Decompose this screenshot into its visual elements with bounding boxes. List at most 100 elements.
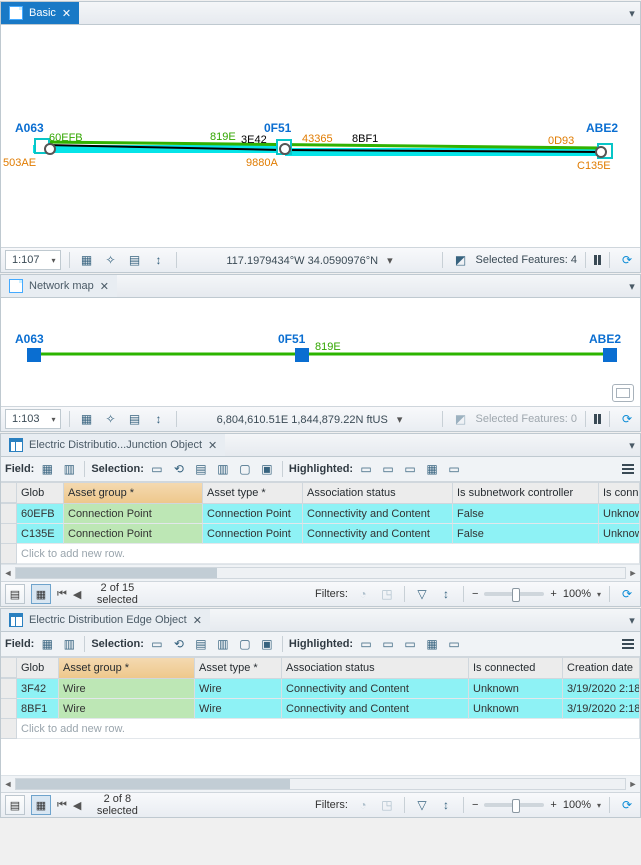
- zoom-in[interactable]: +: [550, 588, 556, 600]
- sel-icon-5[interactable]: ▢: [236, 635, 254, 653]
- row-header-corner[interactable]: [1, 658, 17, 678]
- scroll-right-icon[interactable]: ►: [626, 568, 640, 578]
- sel-icon-1[interactable]: ▭: [148, 635, 166, 653]
- first-icon[interactable]: ⏮: [57, 588, 67, 601]
- col-subnet[interactable]: Is subnetwork controller: [453, 483, 599, 503]
- field-add-icon[interactable]: ▦: [38, 635, 56, 653]
- menu-icon[interactable]: [620, 461, 636, 477]
- table-row[interactable]: 8BF1 Wire Wire Connectivity and Content …: [1, 699, 640, 719]
- refresh-icon[interactable]: ⟳: [618, 585, 636, 603]
- prev-icon[interactable]: ◀: [73, 588, 81, 601]
- node-a063[interactable]: [27, 348, 41, 362]
- refresh-icon[interactable]: ⟳: [618, 251, 636, 269]
- prev-icon[interactable]: ◀: [73, 799, 81, 812]
- network-map-canvas[interactable]: A063 0F51 ABE2 819E: [1, 298, 640, 406]
- table-row[interactable]: 3F42 Wire Wire Connectivity and Content …: [1, 679, 640, 699]
- tab-basic[interactable]: Basic ✕: [1, 2, 79, 24]
- col-glob[interactable]: Glob: [17, 658, 59, 678]
- hi-icon-1[interactable]: ▭: [357, 635, 375, 653]
- col-association[interactable]: Association status: [282, 658, 469, 678]
- panel-menu-caret[interactable]: ▾: [624, 7, 640, 20]
- first-icon[interactable]: ⏮: [57, 799, 67, 812]
- zoom-slider[interactable]: [484, 592, 544, 596]
- field-calc-icon[interactable]: ▥: [60, 460, 78, 478]
- scale-combo[interactable]: 1:107 ▾: [5, 250, 61, 270]
- filter-sort-icon[interactable]: ↕: [437, 796, 455, 814]
- scroll-left-icon[interactable]: ◄: [1, 568, 15, 578]
- view-all-btn[interactable]: ▤: [5, 584, 25, 604]
- sel-icon-4[interactable]: ▥: [214, 460, 232, 478]
- col-creation-date[interactable]: Creation date: [563, 658, 640, 678]
- col-connected[interactable]: Is connected: [469, 658, 563, 678]
- refresh-icon[interactable]: ⟳: [618, 410, 636, 428]
- col-asset-type[interactable]: Asset type *: [203, 483, 303, 503]
- col-asset-type[interactable]: Asset type *: [195, 658, 282, 678]
- hi-icon-4[interactable]: ▦: [423, 460, 441, 478]
- zoom-caret[interactable]: ▾: [597, 801, 601, 810]
- overview-icon[interactable]: [612, 384, 634, 402]
- tool-icon-3[interactable]: ▤: [126, 251, 144, 269]
- tab-edge[interactable]: Electric Distribution Edge Object ✕: [1, 609, 210, 631]
- basic-map-canvas[interactable]: A063 0F51 ABE2 60EFB 819E 3E42 43365 8BF…: [1, 25, 640, 247]
- sel-icon-4[interactable]: ▥: [214, 635, 232, 653]
- junction-hscroll[interactable]: ◄ ►: [1, 564, 640, 581]
- hi-icon-3[interactable]: ▭: [401, 635, 419, 653]
- edge-hscroll[interactable]: ◄ ►: [1, 775, 640, 792]
- tab-junction[interactable]: Electric Distributio...Junction Object ✕: [1, 434, 225, 456]
- node-0f51[interactable]: [295, 348, 309, 362]
- zoom-slider[interactable]: [484, 803, 544, 807]
- close-icon[interactable]: ✕: [193, 614, 202, 627]
- col-association[interactable]: Association status: [303, 483, 453, 503]
- col-asset-group[interactable]: Asset group *: [64, 483, 203, 503]
- new-row[interactable]: Click to add new row.: [1, 719, 640, 739]
- sel-icon-6[interactable]: ▣: [258, 635, 276, 653]
- filter-sort-icon[interactable]: ↕: [437, 585, 455, 603]
- tool-icon-2[interactable]: ✧: [102, 251, 120, 269]
- tool-icon-2[interactable]: ✧: [102, 410, 120, 428]
- view-all-btn[interactable]: ▤: [5, 795, 25, 815]
- zoom-out[interactable]: −: [472, 799, 478, 811]
- close-icon[interactable]: ✕: [100, 280, 109, 293]
- dot-2[interactable]: [279, 143, 291, 155]
- sel-icon-3[interactable]: ▤: [192, 635, 210, 653]
- table-row[interactable]: 60EFB Connection Point Connection Point …: [1, 504, 640, 524]
- close-icon[interactable]: ✕: [208, 439, 217, 452]
- hi-icon-3[interactable]: ▭: [401, 460, 419, 478]
- pause-icon[interactable]: [594, 414, 601, 424]
- sel-icon-3[interactable]: ▤: [192, 460, 210, 478]
- row-header-corner[interactable]: [1, 483, 17, 503]
- refresh-icon[interactable]: ⟳: [618, 796, 636, 814]
- zoom-in[interactable]: +: [550, 799, 556, 811]
- coord-caret[interactable]: ▾: [381, 255, 393, 267]
- panel-menu-caret[interactable]: ▾: [624, 280, 640, 293]
- tool-icon-4[interactable]: ↕: [150, 410, 168, 428]
- tool-icon-1[interactable]: ▦: [78, 410, 96, 428]
- tool-icon-4[interactable]: ↕: [150, 251, 168, 269]
- scale-combo[interactable]: 1:103 ▾: [5, 409, 61, 429]
- dot-3[interactable]: [595, 146, 607, 158]
- sel-icon-2[interactable]: ⟲: [170, 635, 188, 653]
- field-add-icon[interactable]: ▦: [38, 460, 56, 478]
- close-icon[interactable]: ✕: [62, 7, 71, 20]
- hi-icon-5[interactable]: ▭: [445, 460, 463, 478]
- panel-menu-caret[interactable]: ▾: [624, 614, 640, 627]
- view-selected-btn[interactable]: ▦: [31, 584, 51, 604]
- selected-icon[interactable]: ◩: [451, 251, 469, 269]
- sel-icon-6[interactable]: ▣: [258, 460, 276, 478]
- table-row[interactable]: C135E Connection Point Connection Point …: [1, 524, 640, 544]
- filter-funnel-icon[interactable]: ▽: [413, 796, 431, 814]
- pause-icon[interactable]: [594, 255, 601, 265]
- hi-icon-2[interactable]: ▭: [379, 635, 397, 653]
- tool-icon-1[interactable]: ▦: [78, 251, 96, 269]
- filter-funnel-icon[interactable]: ▽: [413, 585, 431, 603]
- zoom-out[interactable]: −: [472, 588, 478, 600]
- tab-network[interactable]: Network map ✕: [1, 275, 117, 297]
- col-glob[interactable]: Glob: [17, 483, 64, 503]
- hi-icon-2[interactable]: ▭: [379, 460, 397, 478]
- scroll-right-icon[interactable]: ►: [626, 779, 640, 789]
- new-row[interactable]: Click to add new row.: [1, 544, 640, 564]
- sel-icon-5[interactable]: ▢: [236, 460, 254, 478]
- col-connected[interactable]: Is connect: [599, 483, 640, 503]
- scroll-left-icon[interactable]: ◄: [1, 779, 15, 789]
- zoom-caret[interactable]: ▾: [597, 590, 601, 599]
